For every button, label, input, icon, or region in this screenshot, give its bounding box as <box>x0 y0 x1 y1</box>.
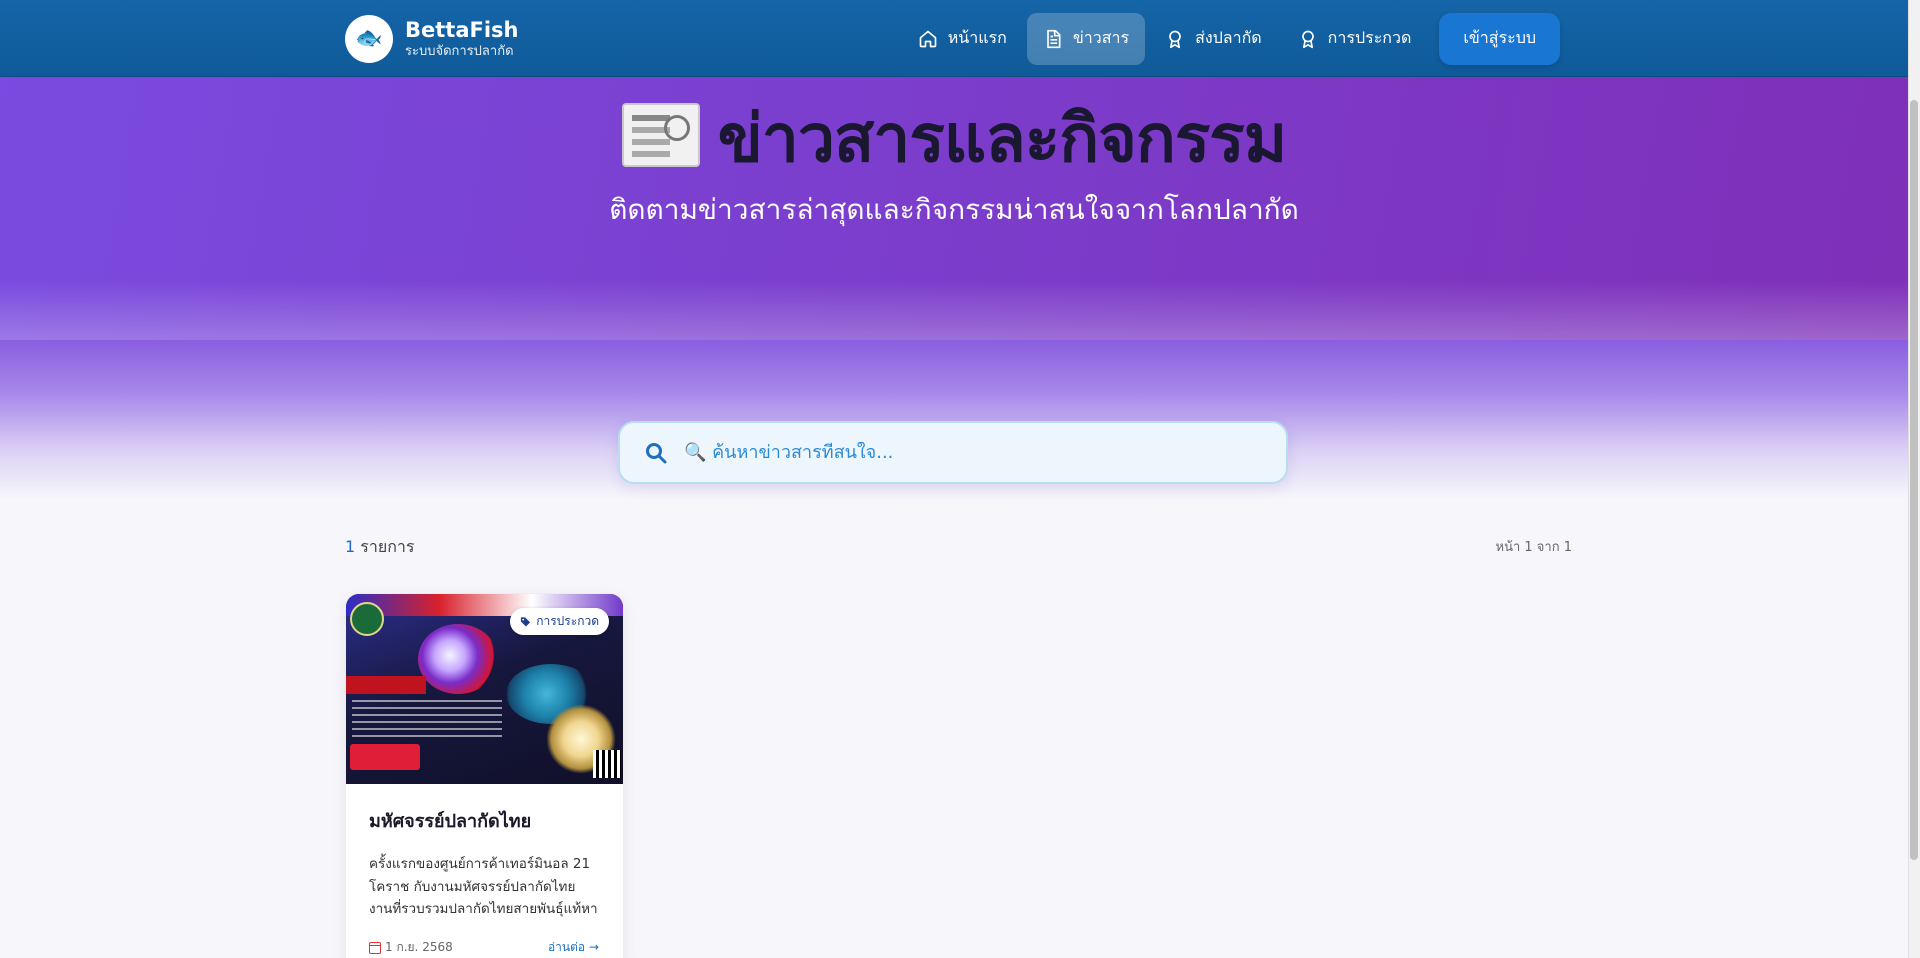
category-tag-label: การประกวด <box>536 614 599 628</box>
news-card-image[interactable]: การประกวด <box>346 594 623 784</box>
search-icon <box>646 442 667 463</box>
nav-submit-fish[interactable]: ส่งปลากัด <box>1149 13 1278 65</box>
result-count-label: รายการ <box>360 537 415 556</box>
logo[interactable]: 🐟 <box>345 14 393 63</box>
brand-name: BettaFish <box>405 17 519 42</box>
news-card-date-text: 1 ก.ย. 2568 <box>385 940 453 954</box>
nav-submit-fish-label: ส่งปลากัด <box>1195 28 1262 47</box>
brand-subtitle: ระบบจัดการปลากัด <box>405 43 514 59</box>
news-card-title[interactable]: มหัศจรรย์ปลากัดไทย <box>369 806 599 835</box>
fish-icon: 🐟 <box>355 26 383 51</box>
search-input[interactable] <box>684 442 1244 463</box>
search-bar <box>618 421 1288 484</box>
home-icon <box>919 30 937 47</box>
scrollbar-thumb[interactable] <box>1910 100 1918 860</box>
brand[interactable]: BettaFish ระบบจัดการปลากัด <box>405 17 519 61</box>
calendar-icon <box>369 941 381 954</box>
tag-icon <box>521 617 531 627</box>
result-count-number: 1 <box>345 537 356 556</box>
award-icon <box>1169 30 1181 48</box>
betta-fish-image <box>418 624 498 694</box>
scrollbar[interactable] <box>1908 0 1920 958</box>
login-button[interactable]: เข้าสู่ระบบ <box>1439 12 1560 65</box>
top-navbar: 🐟 BettaFish ระบบจัดการปลากัด หน้าแรก ข่า… <box>0 0 1908 77</box>
page-title: ข่าวสารและกิจกรรม <box>0 86 1908 191</box>
award-icon <box>1301 30 1314 48</box>
category-tag: การประกวด <box>510 608 609 635</box>
nav-contest[interactable]: การประกวด <box>1282 13 1428 65</box>
result-count: 1 รายการ <box>345 535 415 560</box>
page-subtitle: ติดตามข่าวสารล่าสุดและกิจกรรมน่าสนใจจากโ… <box>609 193 1299 226</box>
nav-home-label: หน้าแรก <box>947 28 1007 47</box>
page-title-text: ข่าวสารและกิจกรรม <box>717 100 1287 177</box>
news-card[interactable]: การประกวด มหัศจรรย์ปลากัดไทย ครั้งแรกของ… <box>345 593 624 958</box>
document-icon <box>1046 29 1061 48</box>
nav-contest-label: การประกวด <box>1327 28 1412 47</box>
main-nav: หน้าแรก ข่าวสาร ส่งปลากัด การประกวด เข้า… <box>902 12 1560 65</box>
news-card-description: ครั้งแรกของศูนย์การค้าเทอร์มินอล 21 โครา… <box>369 856 598 917</box>
emblem-icon <box>350 602 384 636</box>
news-card-date: 1 ก.ย. 2568 <box>369 938 453 957</box>
read-more-link[interactable]: อ่านต่อ → <box>548 938 599 957</box>
page-indicator: หน้า 1 จาก 1 <box>1495 540 1572 555</box>
nav-news-label: ข่าวสาร <box>1072 28 1130 47</box>
newspaper-icon <box>621 103 700 167</box>
nav-news[interactable]: ข่าวสาร <box>1026 12 1146 65</box>
nav-home[interactable]: หน้าแรก <box>902 13 1023 65</box>
qr-code <box>593 750 621 778</box>
